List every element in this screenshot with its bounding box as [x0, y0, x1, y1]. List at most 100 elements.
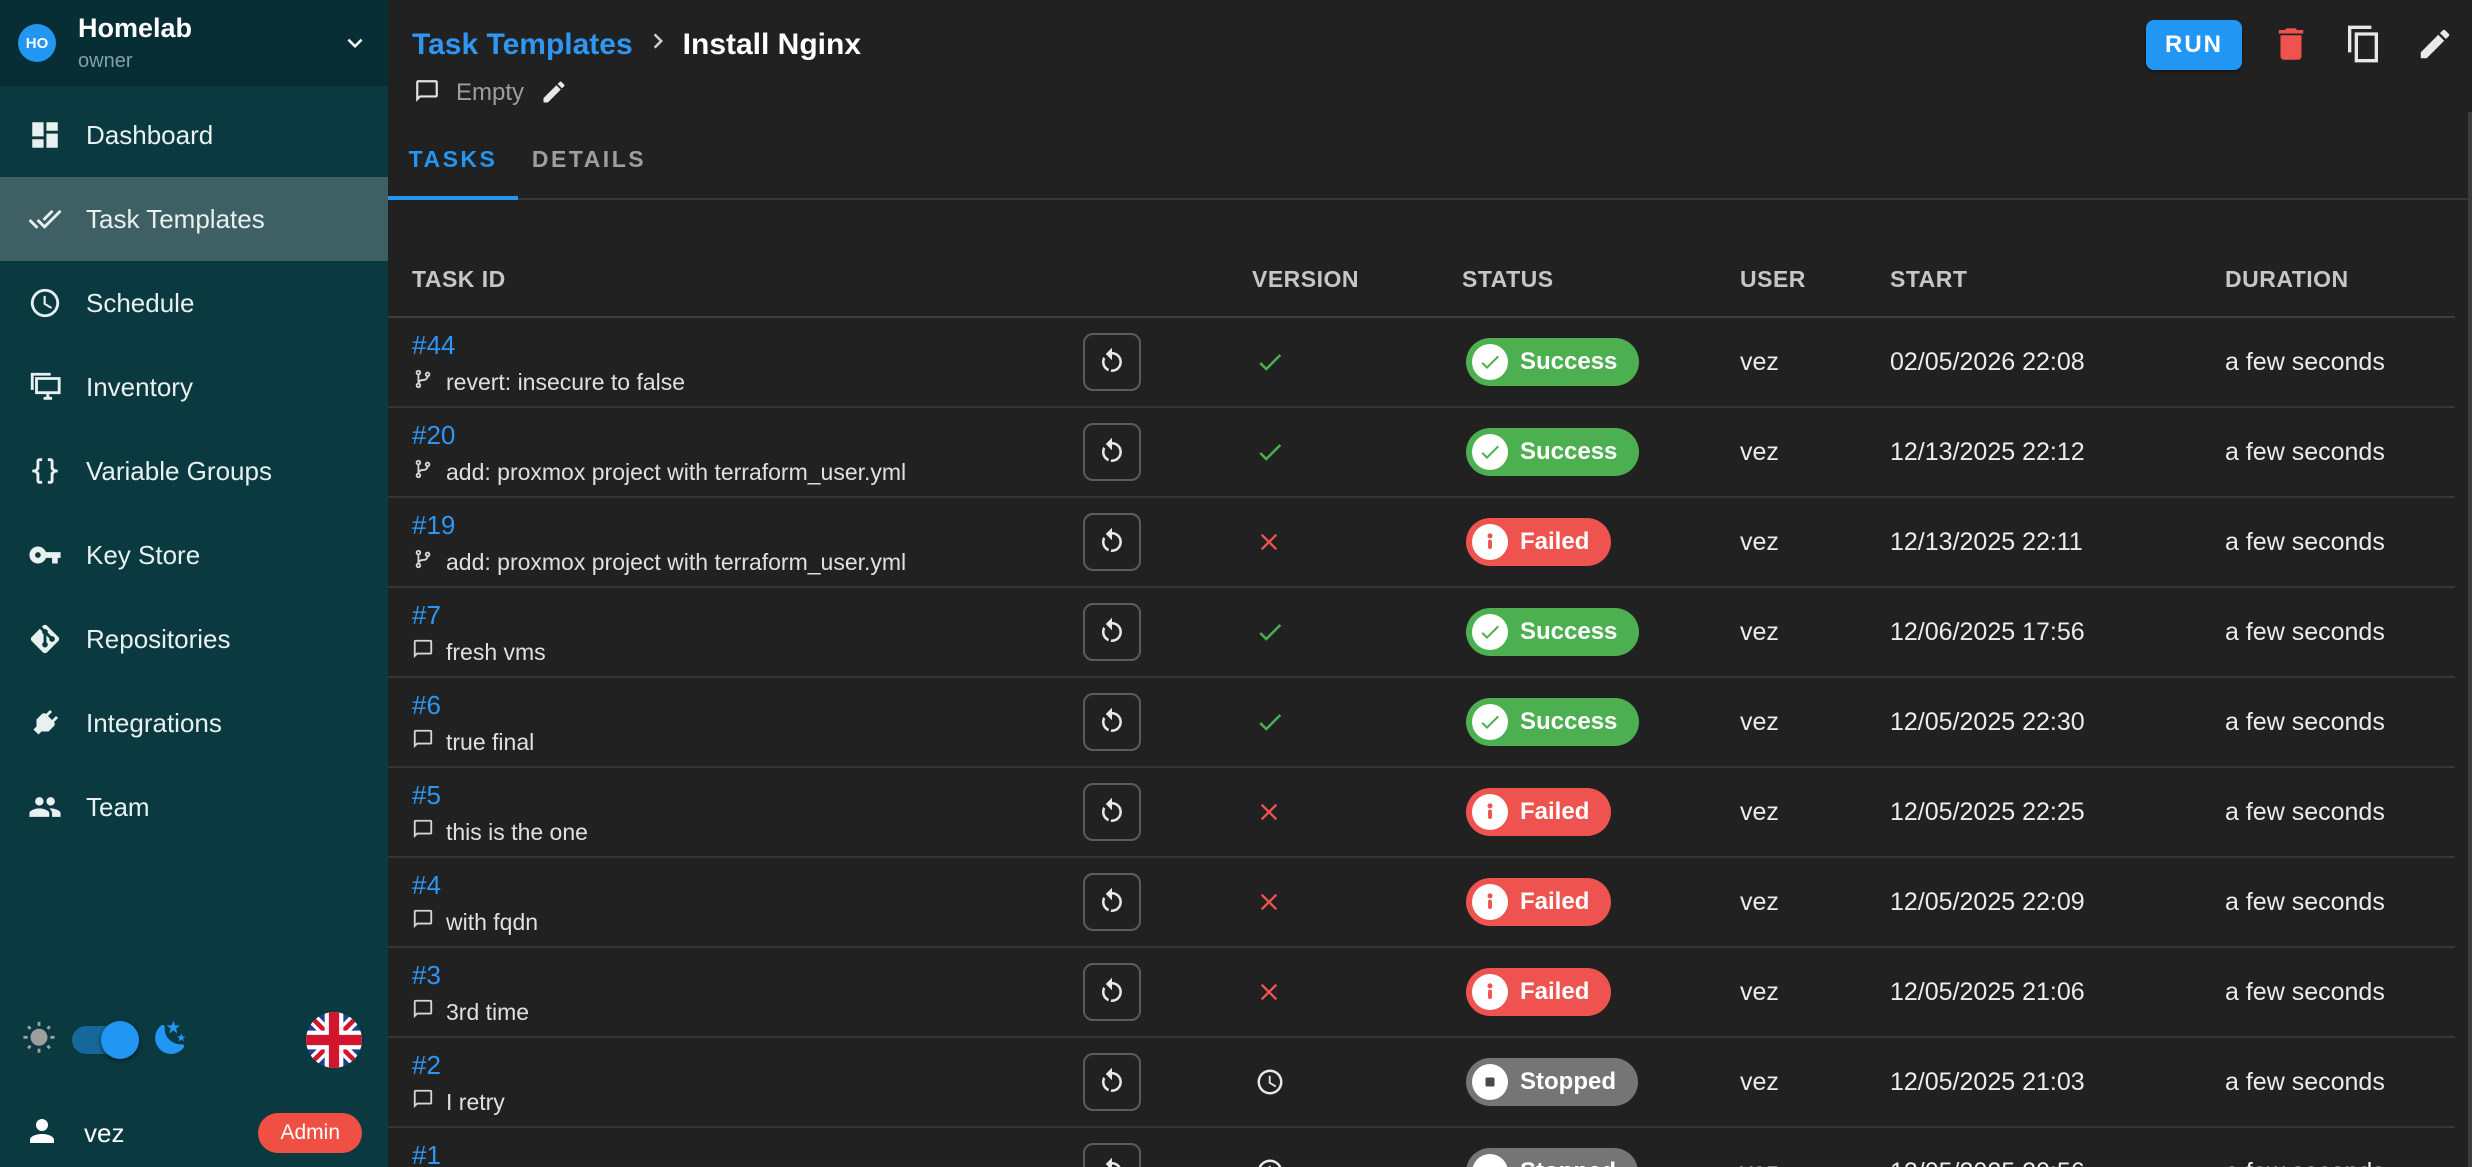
- restart-icon: [1097, 347, 1127, 377]
- sidebar-item-task-templates[interactable]: Task Templates: [0, 177, 388, 261]
- cell-start: 12/05/2025 20:56: [1890, 1158, 2225, 1167]
- task-id-link[interactable]: #19: [412, 510, 455, 540]
- sidebar-item-integrations[interactable]: Integrations: [0, 681, 388, 765]
- task-message: add: proxmox project with terraform_user…: [412, 458, 1060, 486]
- cell-start: 12/05/2025 21:03: [1890, 1068, 2225, 1097]
- status-badge: Success: [1466, 428, 1639, 476]
- source-branch-icon: [412, 458, 434, 480]
- cell-start: 12/06/2025 17:56: [1890, 618, 2225, 647]
- task-message: add: proxmox project with terraform_user…: [412, 548, 1060, 576]
- cell-version: [1252, 888, 1462, 916]
- sidebar-item-dashboard[interactable]: Dashboard: [0, 93, 388, 177]
- tab-details[interactable]: DETAILS: [518, 120, 660, 198]
- breadcrumb-parent-link[interactable]: Task Templates: [412, 28, 633, 62]
- task-row: #4 with fqdn Failed vez 12/05/2025 22:09…: [388, 858, 2455, 948]
- sidebar-item-team[interactable]: Team: [0, 765, 388, 849]
- status-badge: Stopped: [1466, 1058, 1638, 1106]
- sidebar-item-key-store[interactable]: Key Store: [0, 513, 388, 597]
- page-title: Install Nginx: [683, 28, 861, 62]
- rerun-task-button[interactable]: [1083, 693, 1141, 751]
- sidebar-item-variable-groups[interactable]: Variable Groups: [0, 429, 388, 513]
- theme-switcher-row: [22, 1006, 362, 1074]
- sidebar-item-schedule[interactable]: Schedule: [0, 261, 388, 345]
- task-message: fresh vms: [412, 638, 1060, 666]
- cell-task-id: #1: [412, 1128, 1060, 1167]
- cell-rerun: [1060, 1143, 1252, 1167]
- restart-icon: [1097, 437, 1127, 467]
- sidebar-item-repositories[interactable]: Repositories: [0, 597, 388, 681]
- language-selector[interactable]: [306, 1012, 362, 1068]
- edit-description-button[interactable]: [540, 78, 568, 109]
- task-id-link[interactable]: #5: [412, 780, 441, 810]
- cell-version: [1252, 798, 1462, 826]
- cell-status: Failed: [1462, 518, 1740, 566]
- message-icon: [412, 728, 434, 750]
- task-id-link[interactable]: #20: [412, 420, 455, 450]
- task-id-link[interactable]: #6: [412, 690, 441, 720]
- project-selector[interactable]: HO Homelab owner: [0, 0, 388, 86]
- breadcrumb: Task Templates Install Nginx: [412, 26, 861, 64]
- current-user-row[interactable]: vez Admin: [24, 1099, 362, 1167]
- col-header-task-id: TASK ID: [412, 266, 1060, 293]
- check-icon: [1255, 347, 1285, 377]
- username: vez: [84, 1118, 124, 1149]
- cell-rerun: [1060, 333, 1252, 391]
- chevron-right-icon: [643, 26, 673, 56]
- rerun-task-button[interactable]: [1083, 1143, 1141, 1167]
- cell-start: 12/05/2025 22:25: [1890, 798, 2225, 827]
- admin-badge: Admin: [258, 1113, 362, 1153]
- task-id-link[interactable]: #3: [412, 960, 441, 990]
- status-badge: Success: [1466, 338, 1639, 386]
- close-icon: [1255, 798, 1283, 826]
- cell-rerun: [1060, 693, 1252, 751]
- run-button[interactable]: RUN: [2146, 20, 2242, 70]
- task-row: #2 I retry Stopped vez 12/05/2025 21:03 …: [388, 1038, 2455, 1128]
- rerun-task-button[interactable]: [1083, 513, 1141, 571]
- rerun-task-button[interactable]: [1083, 423, 1141, 481]
- sidebar-item-inventory[interactable]: Inventory: [0, 345, 388, 429]
- cell-duration: a few seconds: [2225, 438, 2455, 467]
- status-badge-icon: [1472, 1064, 1508, 1100]
- task-row: #20 add: proxmox project with terraform_…: [388, 408, 2455, 498]
- theme-toggle[interactable]: [72, 1026, 136, 1054]
- task-id-link[interactable]: #4: [412, 870, 441, 900]
- rerun-task-button[interactable]: [1083, 603, 1141, 661]
- moon-icon: [152, 1019, 190, 1057]
- stop-glyph: [1478, 1160, 1502, 1167]
- task-message: true final: [412, 728, 1060, 756]
- scrollbar[interactable]: [2468, 112, 2472, 1167]
- key-store-icon: [28, 538, 62, 572]
- delete-button[interactable]: [2268, 22, 2314, 68]
- status-badge-icon: [1472, 884, 1508, 920]
- rerun-task-button[interactable]: [1083, 783, 1141, 841]
- task-id-link[interactable]: #44: [412, 330, 455, 360]
- task-message: revert: insecure to false: [412, 368, 1060, 396]
- task-message: this is the one: [412, 818, 1060, 846]
- rerun-task-button[interactable]: [1083, 873, 1141, 931]
- status-badge: Success: [1466, 698, 1639, 746]
- task-id-link[interactable]: #1: [412, 1140, 441, 1167]
- cell-version: [1252, 1157, 1462, 1167]
- restart-icon: [1097, 977, 1127, 1007]
- check-icon: [1255, 437, 1285, 467]
- copy-button[interactable]: [2340, 22, 2386, 68]
- schedule-icon: [28, 286, 62, 320]
- task-row: #1 Stopped vez 12/05/2025 20:56 a few se…: [388, 1128, 2455, 1167]
- variable-groups-icon: [28, 454, 62, 488]
- info-glyph: [1477, 889, 1503, 915]
- chevron-down-icon: [340, 28, 370, 58]
- project-role: owner: [78, 51, 192, 71]
- rerun-task-button[interactable]: [1083, 963, 1141, 1021]
- edit-template-button[interactable]: [2412, 22, 2458, 68]
- cell-task-id: #3 3rd time: [412, 948, 1060, 1036]
- task-id-link[interactable]: #2: [412, 1050, 441, 1080]
- cell-duration: a few seconds: [2225, 888, 2455, 917]
- uk-flag-icon: [306, 1012, 362, 1068]
- cell-duration: a few seconds: [2225, 618, 2455, 647]
- rerun-task-button[interactable]: [1083, 1053, 1141, 1111]
- rerun-task-button[interactable]: [1083, 333, 1141, 391]
- cell-duration: a few seconds: [2225, 528, 2455, 557]
- cell-version: [1252, 1067, 1462, 1097]
- tab-tasks[interactable]: TASKS: [388, 120, 518, 198]
- task-id-link[interactable]: #7: [412, 600, 441, 630]
